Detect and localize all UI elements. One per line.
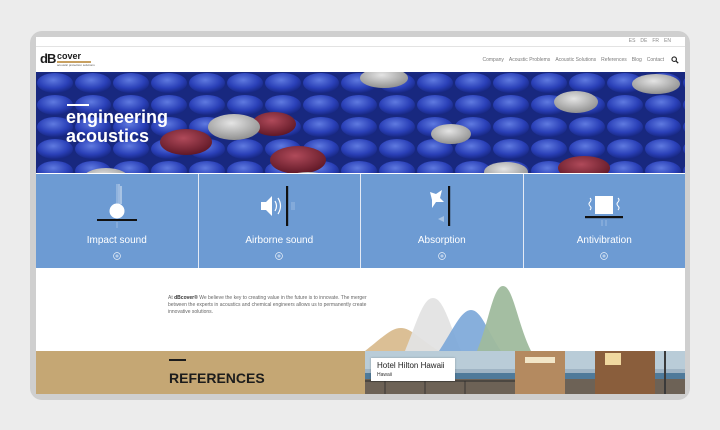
reference-photo[interactable]: Hotel Hilton Hawaii Hawaii xyxy=(365,351,685,394)
language-bar: ES DE FR EN xyxy=(36,37,685,47)
hotel-name: Hotel Hilton Hawaii xyxy=(377,361,445,370)
nav-blog[interactable]: Blog xyxy=(632,57,642,63)
main-nav: Company Acoustic Problems Acoustic Solut… xyxy=(483,57,665,63)
nav-references[interactable]: References xyxy=(601,57,627,63)
service-label-antivibration: Antivibration xyxy=(576,235,632,246)
hero-title: engineering acoustics xyxy=(66,108,206,146)
plus-icon[interactable] xyxy=(275,252,283,260)
hotel-card[interactable]: Hotel Hilton Hawaii Hawaii xyxy=(371,358,455,381)
references-accent-line xyxy=(169,359,186,361)
service-absorption[interactable]: Absorption xyxy=(361,174,523,268)
plus-icon[interactable] xyxy=(600,252,608,260)
service-antivibration[interactable]: Antivibration xyxy=(523,174,685,268)
services-row: Impact sound Airborne sound Absorption A… xyxy=(36,174,685,268)
nav-contact[interactable]: Contact xyxy=(647,57,664,63)
site-header: dB cover acoustic protection solutions C… xyxy=(36,47,685,72)
about-text: At dBcover® We believe the key to creati… xyxy=(168,295,367,315)
logo-cover: cover xyxy=(57,51,82,61)
antivibration-icon xyxy=(585,196,624,226)
impact-sound-icon xyxy=(96,184,137,228)
references-section: REFERENCES Hotel Hilton Hawaii Hawaii xyxy=(36,351,685,394)
nav-company[interactable]: Company xyxy=(483,57,504,63)
airborne-sound-icon xyxy=(261,186,295,226)
search-icon[interactable] xyxy=(671,56,679,64)
plus-icon[interactable] xyxy=(438,252,446,260)
service-airborne-sound[interactable]: Airborne sound xyxy=(198,174,360,268)
logo[interactable]: dB cover acoustic protection solutions xyxy=(40,51,95,68)
hotel-place: Hawaii xyxy=(377,372,393,378)
nav-acoustic-problems[interactable]: Acoustic Problems xyxy=(509,57,550,63)
hero-accent-line xyxy=(67,104,89,106)
plus-icon[interactable] xyxy=(113,252,121,260)
service-label-impact: Impact sound xyxy=(86,235,147,246)
service-label-airborne: Airborne sound xyxy=(245,235,314,246)
browser-screen: ES DE FR EN dB cover acoustic protection… xyxy=(36,37,685,394)
lang-fr[interactable]: FR xyxy=(652,38,659,44)
hero-title-line2: acoustics xyxy=(66,126,150,146)
references-panel: REFERENCES xyxy=(36,351,365,394)
logo-tagline: acoustic protection solutions xyxy=(57,63,95,67)
about-body: We believe the key to creating value in … xyxy=(168,295,367,315)
absorption-icon xyxy=(429,186,450,226)
service-label-absorption: Absorption xyxy=(417,235,466,246)
hero-title-line1: engineering xyxy=(66,107,169,127)
nav-acoustic-solutions[interactable]: Acoustic Solutions xyxy=(555,57,596,63)
lang-de[interactable]: DE xyxy=(640,38,647,44)
lang-es[interactable]: ES xyxy=(629,38,636,44)
lang-en[interactable]: EN xyxy=(664,38,671,44)
service-impact-sound[interactable]: Impact sound xyxy=(36,174,198,268)
references-title: REFERENCES xyxy=(169,370,265,386)
hero-banner: engineering acoustics xyxy=(36,72,685,173)
about-brand: dBcover® xyxy=(174,295,198,301)
sound-waves-graphic xyxy=(365,286,531,351)
about-section: At dBcover® We believe the key to creati… xyxy=(36,268,685,351)
logo-db: dB xyxy=(40,51,56,66)
